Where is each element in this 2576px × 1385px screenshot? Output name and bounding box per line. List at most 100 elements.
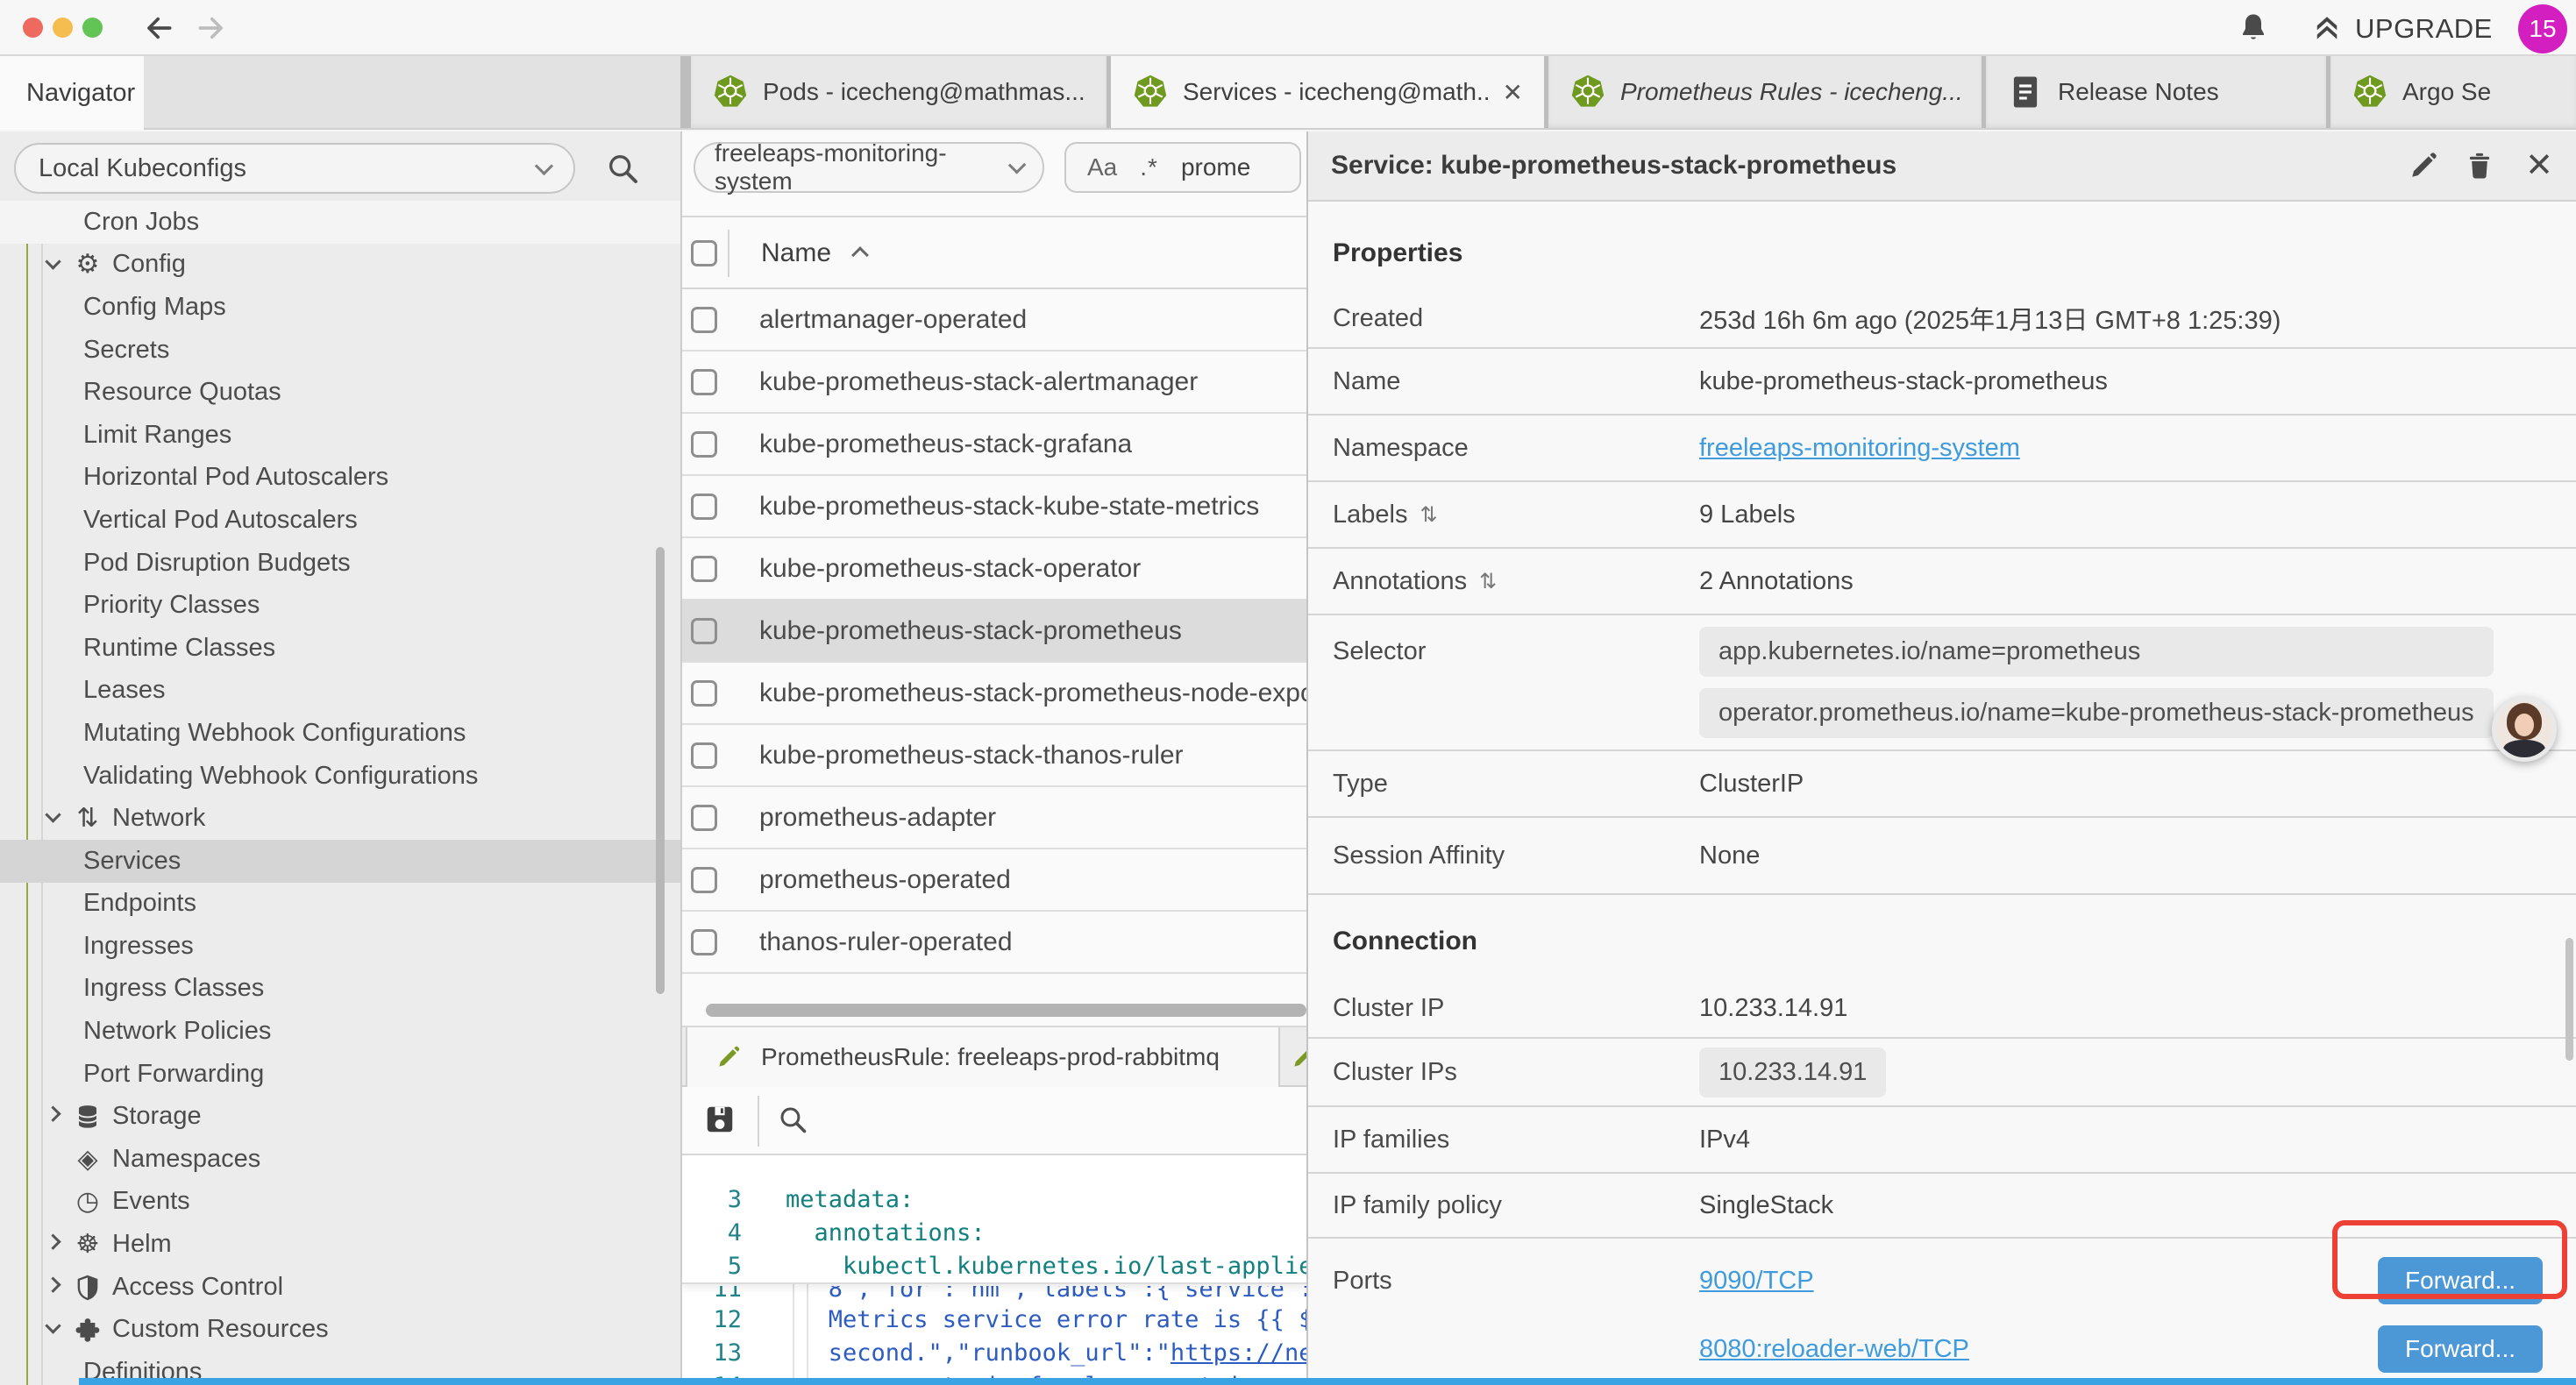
- row-checkbox[interactable]: [691, 307, 717, 333]
- match-case-toggle[interactable]: Aa: [1087, 153, 1117, 181]
- table-row[interactable]: kube-prometheus-stack-alertmanager: [682, 352, 1306, 414]
- detail-scrollbar[interactable]: [2565, 938, 2573, 1061]
- sidebar-item[interactable]: ⇅ Network: [0, 797, 680, 840]
- name-column-header[interactable]: Name: [761, 238, 831, 268]
- row-checkbox[interactable]: [691, 929, 717, 955]
- sidebar-item[interactable]: Mutating Webhook Configurations: [0, 712, 680, 755]
- back-button[interactable]: [142, 11, 175, 45]
- edit-pencil-icon[interactable]: [2408, 150, 2439, 181]
- sidebar-item[interactable]: Ingress Classes: [0, 968, 680, 1011]
- row-checkbox[interactable]: [691, 618, 717, 644]
- filter-input[interactable]: Aa .* prome: [1064, 142, 1301, 193]
- tab-navigator[interactable]: Navigator: [0, 56, 144, 130]
- table-row[interactable]: kube-prometheus-stack-prometheus-node-ex…: [682, 663, 1306, 725]
- sidebar-item[interactable]: Custom Resources: [0, 1308, 680, 1351]
- sidebar-item[interactable]: Vertical Pod Autoscalers: [0, 499, 680, 542]
- sidebar-item[interactable]: Cron Jobs: [0, 201, 680, 244]
- window-close-button[interactable]: [23, 18, 43, 38]
- table-row[interactable]: kube-prometheus-stack-kube-state-metrics: [682, 476, 1306, 538]
- cluster-tab[interactable]: Prometheus Rules - icecheng...: [1548, 56, 1982, 128]
- sidebar-item[interactable]: ☸ Helm: [0, 1223, 680, 1266]
- filter-query-value[interactable]: prome: [1181, 153, 1250, 181]
- delete-trash-icon[interactable]: [2464, 150, 2495, 181]
- sidebar-item[interactable]: Runtime Classes: [0, 627, 680, 670]
- sidebar-item[interactable]: Storage: [0, 1095, 680, 1138]
- sidebar-item[interactable]: Validating Webhook Configurations: [0, 755, 680, 798]
- regex-toggle[interactable]: .*: [1140, 153, 1158, 181]
- close-tab-icon[interactable]: ✕: [1503, 78, 1523, 107]
- table-row[interactable]: prometheus-operated: [682, 849, 1306, 912]
- sidebar-item[interactable]: Endpoints: [0, 883, 680, 926]
- sidebar-item[interactable]: ◈ Namespaces: [0, 1138, 680, 1181]
- table-row[interactable]: kube-prometheus-stack-prometheus: [682, 600, 1306, 663]
- upgrade-button[interactable]: UPGRADE: [2355, 13, 2493, 45]
- window-zoom-button[interactable]: [82, 18, 103, 38]
- sidebar-item[interactable]: Ingresses: [0, 925, 680, 968]
- kubeconfig-select[interactable]: Local Kubeconfigs: [14, 143, 575, 194]
- port-link[interactable]: 9090/TCP: [1699, 1267, 1814, 1296]
- save-icon[interactable]: [703, 1103, 737, 1136]
- table-row[interactable]: kube-prometheus-stack-operator: [682, 538, 1306, 600]
- sidebar-item[interactable]: Limit Ranges: [0, 414, 680, 457]
- row-checkbox[interactable]: [691, 556, 717, 582]
- user-avatar[interactable]: [2492, 697, 2557, 762]
- editor-search-icon[interactable]: [777, 1104, 808, 1135]
- cluster-tab[interactable]: Release Notes: [1986, 56, 2326, 128]
- sidebar-item[interactable]: Pod Disruption Budgets: [0, 542, 680, 585]
- sidebar-item[interactable]: Access Control: [0, 1266, 680, 1309]
- navigator-search-icon[interactable]: [605, 151, 640, 186]
- namespace-link[interactable]: freeleaps-monitoring-system: [1699, 434, 2020, 463]
- close-panel-icon[interactable]: ✕: [2525, 149, 2553, 182]
- sidebar-item[interactable]: Services: [0, 840, 680, 883]
- sidebar-item[interactable]: Resource Quotas: [0, 371, 680, 414]
- forward-port-button[interactable]: Forward...: [2378, 1257, 2543, 1304]
- forward-port-button[interactable]: Forward...: [2378, 1325, 2543, 1373]
- chevron-icon[interactable]: [45, 253, 60, 269]
- editor-tab-partial[interactable]: [1282, 1027, 1306, 1087]
- sidebar-item[interactable]: Network Policies: [0, 1010, 680, 1053]
- sidebar-item[interactable]: ⚙ Config: [0, 244, 680, 287]
- sidebar-item[interactable]: Priority Classes: [0, 584, 680, 627]
- table-row[interactable]: thanos-ruler-operated: [682, 912, 1306, 974]
- yaml-editor[interactable]: 11 8","for":"hm","labels":{"service":" 1…: [682, 1155, 1306, 1385]
- table-row[interactable]: prometheus-adapter: [682, 787, 1306, 849]
- sidebar-item[interactable]: Port Forwarding: [0, 1053, 680, 1096]
- row-checkbox[interactable]: [691, 680, 717, 707]
- horizontal-scrollbar[interactable]: [706, 1004, 1306, 1017]
- sidebar-item[interactable]: Config Maps: [0, 286, 680, 329]
- notifications-bell-icon[interactable]: [2236, 11, 2271, 46]
- cluster-tab[interactable]: Pods - icecheng@mathmas...: [691, 56, 1107, 128]
- sidebar-item[interactable]: Leases: [0, 670, 680, 713]
- chevron-icon[interactable]: [45, 1234, 60, 1250]
- table-row[interactable]: alertmanager-operated: [682, 289, 1306, 352]
- chevron-icon[interactable]: [45, 1106, 60, 1122]
- cluster-tab[interactable]: Services - icecheng@math... ✕: [1111, 56, 1544, 128]
- port-link[interactable]: 8080:reloader-web/TCP: [1699, 1335, 1969, 1364]
- sidebar-item[interactable]: Horizontal Pod Autoscalers: [0, 457, 680, 500]
- url-link[interactable]: https://net: [1171, 1339, 1306, 1367]
- row-checkbox[interactable]: [691, 369, 717, 395]
- row-checkbox[interactable]: [691, 494, 717, 520]
- expand-annotations-icon[interactable]: ⇅: [1479, 569, 1497, 593]
- row-checkbox[interactable]: [691, 431, 717, 458]
- sidebar-item[interactable]: Secrets: [0, 329, 680, 372]
- forward-button[interactable]: [195, 11, 228, 45]
- row-checkbox[interactable]: [691, 742, 717, 769]
- sidebar-item[interactable]: ◷ Events: [0, 1181, 680, 1224]
- namespace-select[interactable]: freeleaps-monitoring-system: [694, 142, 1044, 193]
- chevron-icon[interactable]: [45, 1276, 60, 1292]
- sort-ascending-icon[interactable]: [851, 246, 869, 264]
- notification-count-badge[interactable]: 15: [2518, 4, 2567, 53]
- sidebar-scrollbar[interactable]: [656, 547, 665, 994]
- chevron-icon[interactable]: [45, 1318, 60, 1334]
- table-row[interactable]: kube-prometheus-stack-grafana: [682, 414, 1306, 476]
- window-minimize-button[interactable]: [53, 18, 73, 38]
- row-checkbox[interactable]: [691, 805, 717, 831]
- row-checkbox[interactable]: [691, 867, 717, 893]
- select-all-checkbox[interactable]: [691, 240, 717, 266]
- expand-labels-icon[interactable]: ⇅: [1420, 502, 1437, 527]
- editor-tab[interactable]: PrometheusRule: freeleaps-prod-rabbitmq: [686, 1027, 1280, 1087]
- chevron-icon[interactable]: [45, 807, 60, 823]
- cluster-tab[interactable]: Argo Se: [2330, 56, 2576, 128]
- table-row[interactable]: kube-prometheus-stack-thanos-ruler: [682, 725, 1306, 787]
